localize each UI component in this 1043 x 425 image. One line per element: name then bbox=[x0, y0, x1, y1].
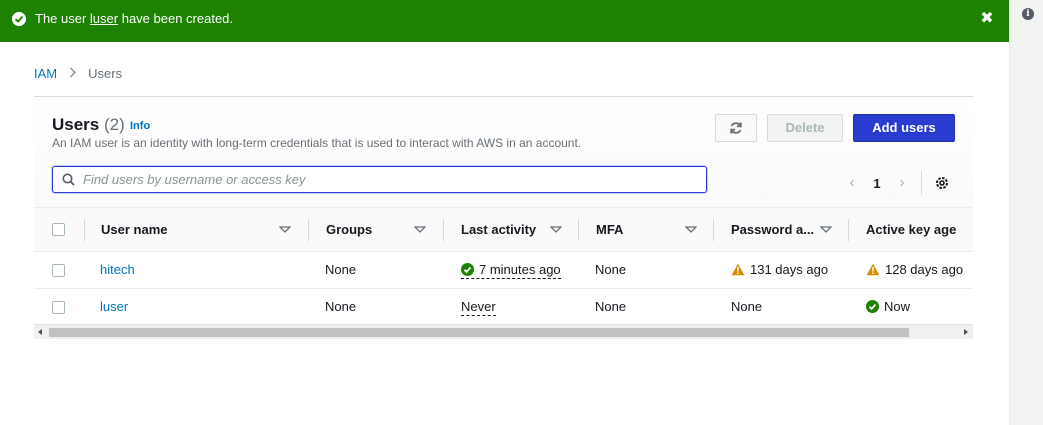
created-user-link[interactable]: luser bbox=[90, 11, 118, 26]
users-table-header: Users (2) Info An IAM user is an identit… bbox=[34, 97, 973, 207]
column-divider bbox=[308, 219, 309, 241]
column-header-password-age[interactable]: Password a... bbox=[731, 208, 841, 252]
pagination: ‹ 1 › bbox=[841, 171, 952, 195]
table-row: luser None Never None None Now bbox=[34, 289, 973, 326]
row-checkbox[interactable] bbox=[52, 301, 65, 314]
mfa-cell: None bbox=[595, 299, 627, 314]
scroll-right-icon[interactable] bbox=[964, 329, 968, 335]
delete-button[interactable]: Delete bbox=[767, 114, 843, 142]
horizontal-scrollbar[interactable] bbox=[34, 324, 973, 339]
scrollbar-thumb[interactable] bbox=[49, 328, 909, 337]
column-divider bbox=[848, 219, 849, 241]
success-flash-banner: The user luser have been created. ✖ bbox=[0, 0, 1009, 42]
page-title: Users (2) bbox=[52, 115, 125, 134]
refresh-button[interactable] bbox=[715, 114, 757, 142]
scroll-left-icon[interactable] bbox=[38, 329, 42, 335]
column-header-active-key-age[interactable]: Active key age bbox=[866, 208, 971, 252]
select-all-checkbox[interactable] bbox=[52, 223, 65, 236]
column-divider bbox=[443, 219, 444, 241]
groups-cell: None bbox=[325, 299, 357, 314]
column-divider bbox=[84, 219, 85, 241]
sort-caret-icon bbox=[279, 226, 291, 233]
pager-divider bbox=[921, 171, 922, 195]
close-icon[interactable]: ✖ bbox=[978, 10, 996, 28]
column-divider bbox=[578, 219, 579, 241]
success-check-icon bbox=[461, 263, 474, 277]
column-divider bbox=[713, 219, 714, 241]
info-link[interactable]: Info bbox=[130, 120, 150, 132]
user-count: (2) bbox=[104, 115, 125, 134]
sort-caret-icon bbox=[820, 226, 832, 233]
password-age-cell: 131 days ago bbox=[731, 252, 828, 288]
gear-icon[interactable] bbox=[932, 173, 952, 193]
sort-caret-icon bbox=[550, 226, 562, 233]
breadcrumb-current: Users bbox=[88, 66, 123, 81]
refresh-icon bbox=[729, 118, 743, 144]
password-age-cell: None bbox=[731, 299, 763, 314]
warning-icon bbox=[866, 263, 880, 276]
table-header-row: User name Groups Last activity MFA Passw… bbox=[34, 207, 973, 252]
page-description: An IAM user is an identity with long-ter… bbox=[52, 136, 582, 150]
search-icon bbox=[62, 173, 75, 189]
next-page-icon[interactable]: › bbox=[891, 174, 913, 192]
flash-message: The user luser have been created. bbox=[35, 11, 234, 26]
chevron-right-icon bbox=[69, 67, 77, 81]
search-field[interactable] bbox=[52, 166, 707, 193]
user-name-link[interactable]: luser bbox=[100, 289, 128, 325]
active-key-age-cell: Now bbox=[866, 289, 910, 325]
sort-caret-icon bbox=[414, 226, 426, 233]
mfa-cell: None bbox=[595, 262, 627, 277]
column-header-groups[interactable]: Groups bbox=[326, 208, 436, 252]
user-name-link[interactable]: hitech bbox=[100, 252, 135, 288]
help-rail: i bbox=[1009, 0, 1043, 425]
active-key-age-cell: 128 days ago bbox=[866, 252, 963, 288]
info-icon[interactable]: i bbox=[1022, 8, 1034, 20]
groups-cell: None bbox=[325, 262, 357, 277]
table-row: hitech None 7 minutes ago None 131 days … bbox=[34, 252, 973, 289]
success-check-icon bbox=[866, 300, 879, 314]
breadcrumb: IAM Users bbox=[34, 66, 122, 81]
row-checkbox[interactable] bbox=[52, 264, 65, 277]
users-table-container: Users (2) Info An IAM user is an identit… bbox=[34, 96, 973, 342]
last-activity-cell: 7 minutes ago bbox=[461, 252, 561, 288]
breadcrumb-iam-link[interactable]: IAM bbox=[34, 66, 57, 81]
column-header-last-activity[interactable]: Last activity bbox=[461, 208, 571, 252]
success-check-icon bbox=[12, 12, 26, 26]
column-header-mfa[interactable]: MFA bbox=[596, 208, 706, 252]
previous-page-icon[interactable]: ‹ bbox=[841, 174, 863, 192]
current-page-number[interactable]: 1 bbox=[863, 176, 891, 191]
warning-icon bbox=[731, 263, 745, 276]
column-header-user-name[interactable]: User name bbox=[101, 208, 306, 252]
last-activity-cell: Never bbox=[461, 299, 496, 316]
sort-caret-icon bbox=[685, 226, 697, 233]
search-input[interactable] bbox=[83, 169, 683, 190]
add-users-button[interactable]: Add users bbox=[853, 114, 955, 142]
